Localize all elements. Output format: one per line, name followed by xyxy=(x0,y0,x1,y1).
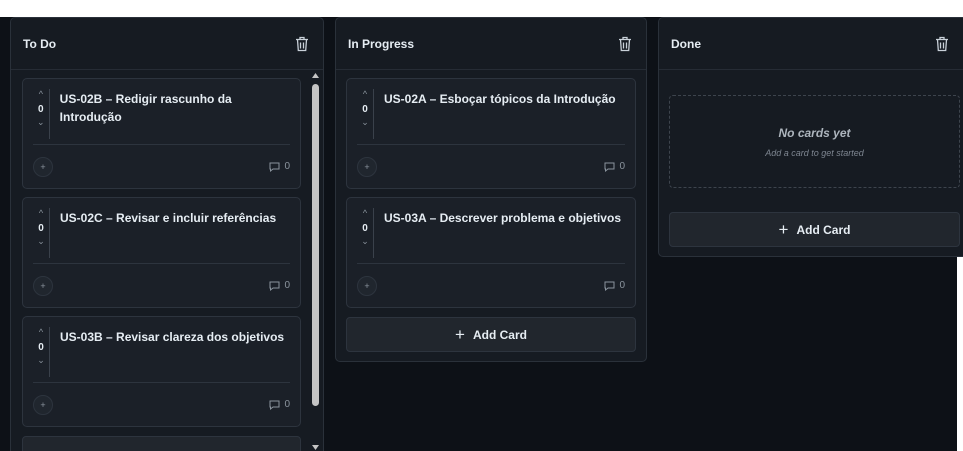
comments-count[interactable]: 0 xyxy=(604,280,625,291)
chevron-up-icon[interactable]: ^ xyxy=(39,89,43,103)
vote-count: 0 xyxy=(38,223,44,234)
add-card-button[interactable]: + Add Card xyxy=(346,317,636,352)
vote-control: ^ 0 ⌄ xyxy=(33,327,50,377)
vote-count: 0 xyxy=(362,104,368,115)
scroll-down-arrow[interactable] xyxy=(311,442,320,451)
window-top-edge xyxy=(0,0,963,17)
card[interactable]: ^ 0 ⌄ US-02A – Esboçar tópicos da Introd… xyxy=(346,78,636,189)
column-header: Done xyxy=(659,18,963,70)
add-card-label: Add Card xyxy=(472,327,527,342)
card-title[interactable]: US-02A – Esboçar tópicos da Introdução xyxy=(384,89,624,143)
chevron-up-icon[interactable]: ^ xyxy=(39,208,43,222)
plus-icon[interactable]: + xyxy=(357,275,377,296)
plus-icon[interactable]: + xyxy=(33,394,53,415)
plus-icon: + xyxy=(455,325,465,344)
vote-control: ^ 0 ⌄ xyxy=(33,89,50,139)
column-header: In Progress xyxy=(336,18,646,70)
column-todo: To Do ^ 0 ⌄ US-02B – Redigir rascunho da… xyxy=(10,17,324,451)
vote-count: 0 xyxy=(38,342,44,353)
comments-count[interactable]: 0 xyxy=(269,399,290,410)
card[interactable]: ^ 0 ⌄ US-03A – Descrever problema e obje… xyxy=(346,197,636,308)
add-card-button[interactable]: + Add Card xyxy=(669,212,960,247)
column-header: To Do xyxy=(11,18,323,70)
comment-icon xyxy=(269,400,280,410)
vote-control: ^ 0 ⌄ xyxy=(357,208,374,258)
card-title[interactable]: US-02C – Revisar e incluir referências xyxy=(60,208,284,262)
trash-icon[interactable] xyxy=(293,35,310,52)
card[interactable]: ^ 0 ⌄ US-02B – Redigir rascunho da Intro… xyxy=(22,78,301,189)
chevron-up-icon[interactable]: ^ xyxy=(363,89,367,103)
comments-label: 0 xyxy=(619,161,625,172)
empty-state: No cards yet Add a card to get started xyxy=(669,95,960,188)
scrollbar[interactable] xyxy=(311,70,320,451)
comments-label: 0 xyxy=(284,399,290,410)
comment-icon xyxy=(604,162,615,172)
comment-icon xyxy=(269,162,280,172)
column-in-progress: In Progress ^ 0 ⌄ US-02A – Esboçar tópic… xyxy=(335,17,647,362)
chevron-up-icon[interactable]: ^ xyxy=(363,208,367,222)
comment-icon xyxy=(604,281,615,291)
card-title[interactable]: US-03B – Revisar clareza dos objetivos xyxy=(60,327,292,381)
add-card-label: Add Card xyxy=(796,222,851,237)
empty-state-title: No cards yet xyxy=(778,125,851,140)
plus-icon: + xyxy=(778,220,789,239)
chevron-down-icon[interactable]: ⌄ xyxy=(37,355,45,369)
column-title: To Do xyxy=(23,36,57,51)
card[interactable]: ^ 0 ⌄ US-02C – Revisar e incluir referên… xyxy=(22,197,301,308)
chevron-up-icon[interactable]: ^ xyxy=(39,327,43,341)
card-title[interactable]: US-02B – Redigir rascunho da Introdução xyxy=(60,89,300,143)
trash-icon[interactable] xyxy=(933,35,950,52)
card[interactable]: ^ 0 ⌄ US-03B – Revisar clareza dos objet… xyxy=(22,316,301,427)
comments-count[interactable]: 0 xyxy=(269,280,290,291)
chevron-down-icon[interactable]: ⌄ xyxy=(37,236,45,250)
vote-count: 0 xyxy=(362,223,368,234)
vote-count: 0 xyxy=(38,104,44,115)
column-title: In Progress xyxy=(348,36,415,51)
scroll-up-arrow[interactable] xyxy=(311,70,320,80)
comments-label: 0 xyxy=(619,280,625,291)
comments-count[interactable]: 0 xyxy=(604,161,625,172)
column-title: Done xyxy=(671,36,701,51)
empty-state-subtitle: Add a card to get started xyxy=(765,147,864,158)
comments-label: 0 xyxy=(284,280,290,291)
vote-control: ^ 0 ⌄ xyxy=(357,89,374,139)
comments-label: 0 xyxy=(284,161,290,172)
plus-icon[interactable]: + xyxy=(357,156,377,177)
chevron-down-icon[interactable]: ⌄ xyxy=(37,117,45,131)
card-title[interactable]: US-03A – Descrever problema e objetivos xyxy=(384,208,629,262)
comment-icon xyxy=(269,281,280,291)
chevron-down-icon[interactable]: ⌄ xyxy=(361,236,369,250)
add-card-button-partial[interactable] xyxy=(22,436,301,451)
plus-icon[interactable]: + xyxy=(33,275,53,296)
chevron-down-icon[interactable]: ⌄ xyxy=(361,117,369,131)
plus-icon[interactable]: + xyxy=(33,156,53,177)
column-done: Done No cards yet Add a card to get star… xyxy=(658,17,963,257)
comments-count[interactable]: 0 xyxy=(269,161,290,172)
scroll-thumb[interactable] xyxy=(312,84,319,406)
vote-control: ^ 0 ⌄ xyxy=(33,208,50,258)
trash-icon[interactable] xyxy=(616,35,633,52)
